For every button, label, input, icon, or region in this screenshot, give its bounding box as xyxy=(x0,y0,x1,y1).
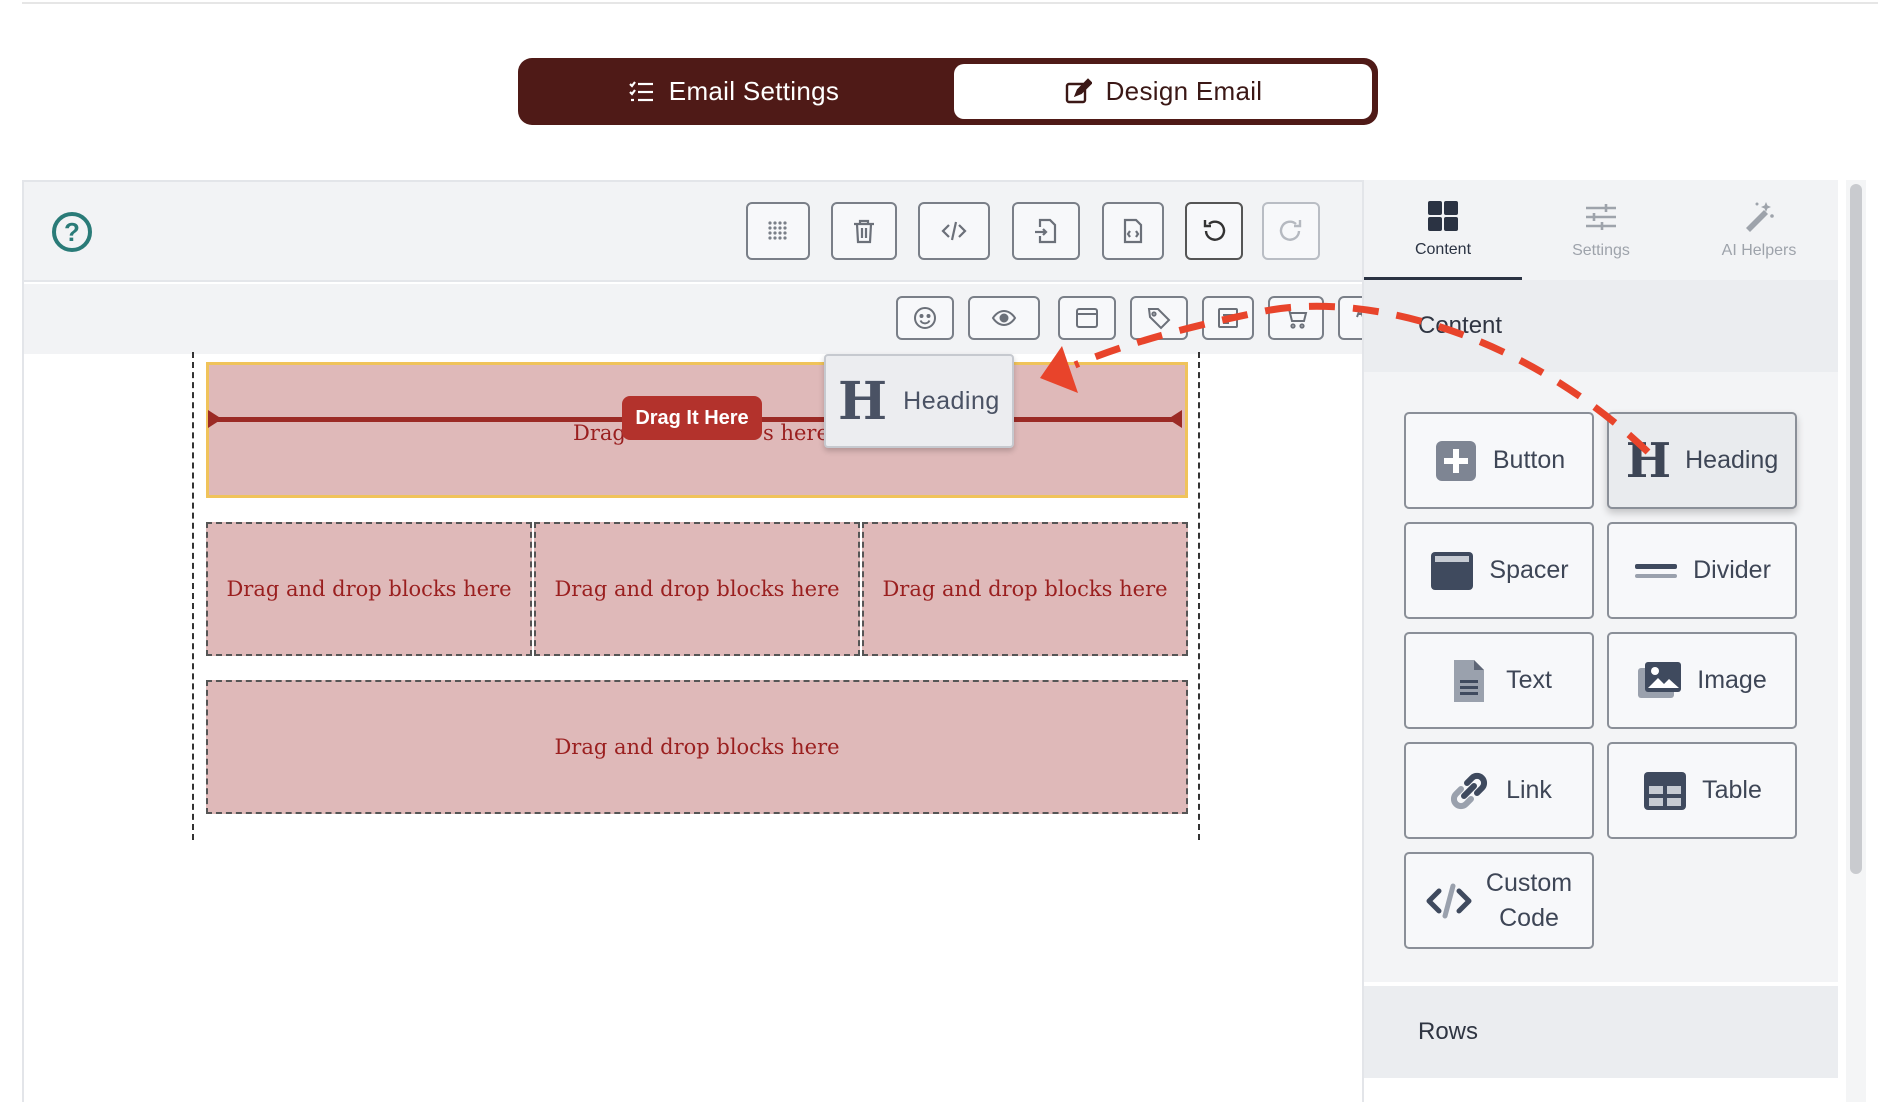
content-blocks-grid: Button H Heading Spacer Divider Text Ima… xyxy=(1364,372,1838,982)
drop-zone-row-2-col-3[interactable]: Drag and drop blocks here xyxy=(862,522,1188,656)
eye-icon xyxy=(991,309,1017,327)
rows-section-title: Rows xyxy=(1418,1018,1479,1045)
code-view-button[interactable] xyxy=(918,202,990,260)
drop-zone-row-2-col-2[interactable]: Drag and drop blocks here xyxy=(534,522,860,656)
cart-icon xyxy=(1285,308,1308,329)
help-icon[interactable]: ? xyxy=(52,212,92,252)
top-divider xyxy=(22,2,1878,4)
block-image[interactable]: Image xyxy=(1607,632,1797,729)
block-heading[interactable]: H Heading xyxy=(1607,412,1797,509)
content-section-title: Content xyxy=(1418,312,1503,339)
redo-button[interactable] xyxy=(1262,202,1320,260)
mode-switch: Email Settings Design Email xyxy=(518,58,1378,125)
panel-tabs: Content Settings AI Helpers xyxy=(1364,180,1838,280)
block-button[interactable]: Button xyxy=(1404,412,1594,509)
edit-icon xyxy=(1065,77,1092,103)
block-spacer[interactable]: Spacer xyxy=(1404,522,1594,619)
tab-settings-label: Settings xyxy=(1572,242,1630,259)
block-text[interactable]: Text xyxy=(1404,632,1594,729)
block-spacer-label: Spacer xyxy=(1489,556,1569,584)
export-button[interactable] xyxy=(1012,202,1080,260)
emoji-button[interactable] xyxy=(896,296,954,340)
drop-indicator-right-cap xyxy=(1168,410,1182,428)
drop-indicator-left-cap xyxy=(208,410,222,428)
rows-section-header[interactable]: Rows xyxy=(1364,986,1838,1078)
block-custom-code[interactable]: Custom Code xyxy=(1404,852,1594,949)
heading-icon: H xyxy=(1625,432,1672,489)
main-toolbar: ? xyxy=(24,182,1374,282)
link-icon xyxy=(1451,772,1488,809)
block-text-label: Text xyxy=(1506,666,1552,694)
preview-button[interactable] xyxy=(968,296,1040,340)
heading-icon: H xyxy=(838,370,888,432)
cart-button[interactable] xyxy=(1268,296,1324,340)
design-email-tab[interactable]: Design Email xyxy=(954,64,1372,119)
block-table-label: Table xyxy=(1702,776,1762,804)
drop-hint-left: Drag xyxy=(573,421,626,445)
block-image-label: Image xyxy=(1697,666,1767,694)
block-custom-code-line-1: Custom xyxy=(1485,868,1573,897)
undo-icon xyxy=(1203,220,1226,241)
tab-content[interactable]: Content xyxy=(1364,180,1522,280)
design-email-label: Design Email xyxy=(1105,76,1263,106)
block-link[interactable]: Link xyxy=(1404,742,1594,839)
divider-icon xyxy=(1635,563,1678,578)
table-icon xyxy=(1644,771,1687,810)
drop-zone-row-3[interactable]: Drag and drop blocks here xyxy=(206,680,1188,814)
content-section-header: Content xyxy=(1364,280,1838,372)
drop-hint-right: s here xyxy=(763,421,829,445)
email-settings-tab[interactable]: Email Settings xyxy=(518,58,948,125)
code-icon xyxy=(1426,883,1472,918)
drag-ghost-label: Heading xyxy=(903,386,1000,415)
drag-it-here-badge: Drag It Here xyxy=(622,396,762,440)
redo-icon xyxy=(1279,220,1302,241)
plus-square-icon xyxy=(1435,440,1476,481)
spacer-icon xyxy=(1431,551,1474,590)
delete-button[interactable] xyxy=(831,202,897,260)
checklist-icon xyxy=(629,80,653,101)
drop-zone-row-2-col-1[interactable]: Drag and drop blocks here xyxy=(206,522,532,656)
form-icon xyxy=(1218,308,1238,328)
trash-icon xyxy=(854,219,874,244)
magic-wand-icon xyxy=(1746,202,1774,232)
sliders-icon xyxy=(1586,204,1616,230)
document-icon xyxy=(1454,659,1485,702)
browser-preview-button[interactable] xyxy=(1058,296,1116,340)
tab-content-label: Content xyxy=(1414,240,1472,258)
html-file-button[interactable] xyxy=(1102,202,1164,260)
block-table[interactable]: Table xyxy=(1607,742,1797,839)
email-settings-label: Email Settings xyxy=(668,76,840,106)
drag-ghost-heading: H Heading xyxy=(824,354,1014,448)
block-heading-label: Heading xyxy=(1685,446,1779,474)
code-icon xyxy=(941,221,967,241)
browser-icon xyxy=(1076,308,1098,328)
emoji-icon xyxy=(914,307,936,329)
html-file-icon xyxy=(1123,218,1143,244)
block-divider-label: Divider xyxy=(1693,556,1771,584)
blocks-panel: Content Settings AI Helpers Content Butt… xyxy=(1362,180,1838,1102)
tag-icon xyxy=(1147,308,1171,330)
grid-icon xyxy=(1428,200,1458,231)
block-divider[interactable]: Divider xyxy=(1607,522,1797,619)
export-icon xyxy=(1035,218,1057,244)
block-link-label: Link xyxy=(1506,776,1552,804)
tab-ai-helpers[interactable]: AI Helpers xyxy=(1680,180,1838,280)
panel-scrollbar[interactable] xyxy=(1850,184,1862,874)
image-icon xyxy=(1638,661,1682,698)
tab-settings[interactable]: Settings xyxy=(1522,180,1680,280)
canvas-guide-right xyxy=(1198,352,1200,840)
canvas-guide-left xyxy=(192,352,194,840)
tab-ai-helpers-label: AI Helpers xyxy=(1721,242,1797,259)
block-custom-code-line-2: Code xyxy=(1499,903,1559,932)
tags-button[interactable] xyxy=(1130,296,1188,340)
undo-button[interactable] xyxy=(1185,202,1243,260)
grid-toggle-button[interactable] xyxy=(746,202,810,260)
block-custom-code-label: Custom Code xyxy=(1486,866,1572,936)
form-button[interactable] xyxy=(1202,296,1254,340)
block-button-label: Button xyxy=(1492,446,1566,474)
grid-icon xyxy=(768,221,787,240)
